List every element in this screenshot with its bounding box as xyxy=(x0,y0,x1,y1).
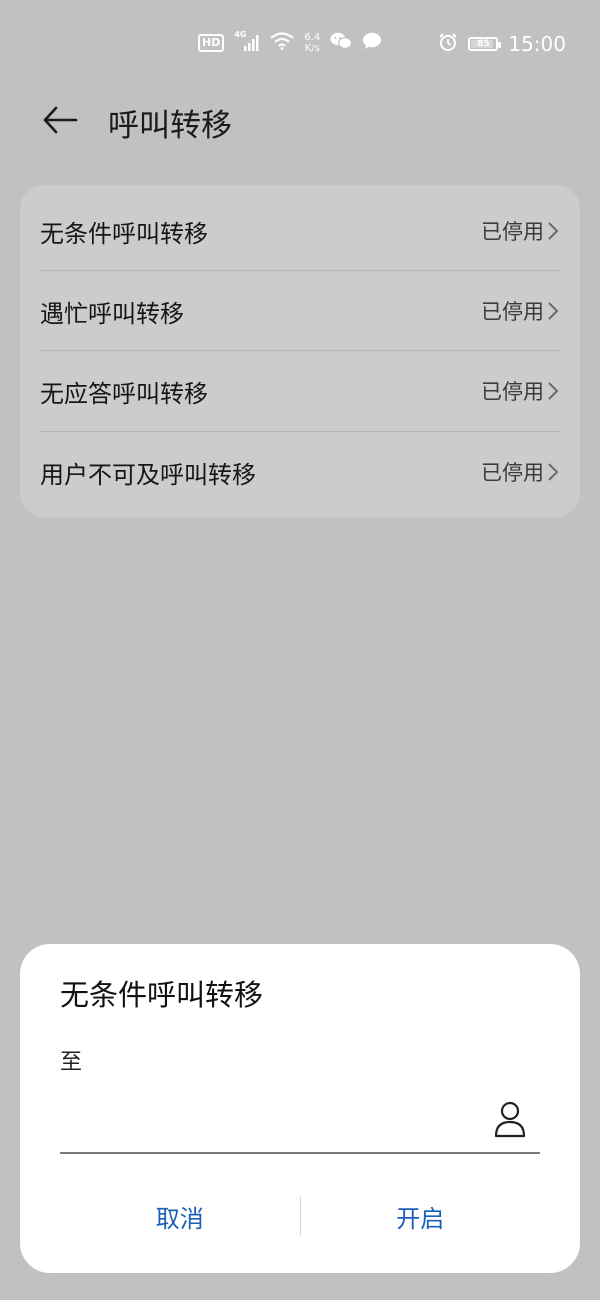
status-left-group: HD 4G 6.4 K/s xyxy=(198,30,382,54)
option-status: 已停用 xyxy=(481,296,560,326)
option-label: 遇忙呼叫转移 xyxy=(40,299,184,328)
network-speed: 6.4 K/s xyxy=(304,32,320,54)
chevron-right-icon xyxy=(548,302,559,320)
option-label: 用户不可及呼叫转移 xyxy=(40,460,256,489)
forwarding-dialog: 无条件呼叫转移 至 取消 开启 xyxy=(20,944,580,1273)
net-speed-unit: K/s xyxy=(304,43,320,54)
wifi-icon xyxy=(270,32,295,54)
option-unreachable[interactable]: 用户不可及呼叫转移 已停用 xyxy=(40,432,560,512)
status-bar: HD 4G 6.4 K/s 85 15:00 xyxy=(0,0,600,90)
forwarding-options-card: 无条件呼叫转移 已停用 遇忙呼叫转移 已停用 无应答呼叫转移 已停用 用户不可及… xyxy=(20,185,580,517)
option-status-text: 已停用 xyxy=(481,461,544,485)
message-icon xyxy=(362,32,382,54)
back-button[interactable] xyxy=(38,98,82,142)
enable-button[interactable]: 开启 xyxy=(301,1188,541,1244)
signal-icon: 4G xyxy=(234,30,260,52)
alarm-icon xyxy=(438,32,458,56)
option-status-text: 已停用 xyxy=(481,300,544,324)
page-title: 呼叫转移 xyxy=(108,108,232,144)
option-label: 无应答呼叫转移 xyxy=(40,379,208,408)
option-busy[interactable]: 遇忙呼叫转移 已停用 xyxy=(40,271,560,351)
chevron-right-icon xyxy=(548,222,559,240)
battery-icon: 85 xyxy=(468,37,502,51)
status-right-group: 85 15:00 xyxy=(438,32,566,56)
forward-number-input[interactable] xyxy=(60,1092,480,1150)
dialog-actions: 取消 开启 xyxy=(60,1188,540,1244)
option-status: 已停用 xyxy=(481,216,560,246)
app-header: 呼叫转移 xyxy=(0,90,600,150)
dialog-title: 无条件呼叫转移 xyxy=(60,978,264,1012)
cancel-button[interactable]: 取消 xyxy=(60,1188,300,1244)
chevron-right-icon xyxy=(548,463,559,481)
option-unconditional[interactable]: 无条件呼叫转移 已停用 xyxy=(40,191,560,271)
input-underline xyxy=(60,1152,540,1154)
option-status-text: 已停用 xyxy=(481,220,544,244)
status-time: 15:00 xyxy=(508,32,566,56)
option-status: 已停用 xyxy=(481,457,560,487)
chevron-right-icon xyxy=(548,382,559,400)
arrow-left-icon xyxy=(43,106,78,134)
pick-contact-button[interactable] xyxy=(488,1097,532,1141)
option-status-text: 已停用 xyxy=(481,380,544,404)
person-icon xyxy=(494,1101,526,1138)
dialog-subtitle: 至 xyxy=(60,1050,83,1075)
battery-level: 85 xyxy=(477,39,490,49)
hd-icon: HD xyxy=(198,34,225,52)
option-no-answer[interactable]: 无应答呼叫转移 已停用 xyxy=(40,351,560,431)
net-speed-value: 6.4 xyxy=(304,32,321,43)
option-status: 已停用 xyxy=(481,376,560,406)
wechat-icon xyxy=(330,32,353,54)
option-label: 无条件呼叫转移 xyxy=(40,219,208,248)
